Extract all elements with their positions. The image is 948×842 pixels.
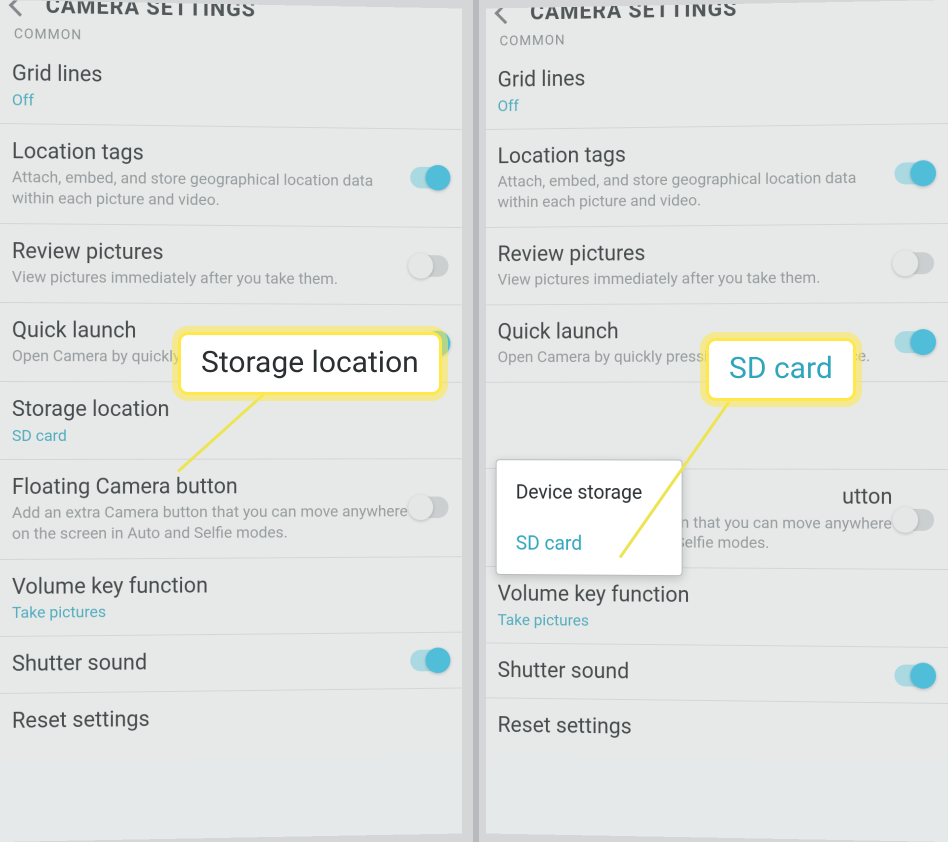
row-grid-lines[interactable]: Grid lines Off (0, 46, 462, 130)
row-subtitle: Attach, embed, and store geographical lo… (498, 168, 893, 213)
row-title: Reset settings (498, 712, 893, 745)
callout-storage-location: Storage location (178, 332, 442, 395)
row-subtitle: Attach, embed, and store geographical lo… (12, 167, 408, 212)
row-floating-camera[interactable]: Floating Camera button Add an extra Came… (0, 459, 462, 560)
row-title: Review pictures (12, 238, 408, 268)
row-title: Volume key function (12, 571, 408, 601)
row-title: Location tags (12, 138, 408, 170)
panel-divider (473, 0, 479, 842)
toggle-location[interactable] (894, 162, 934, 184)
row-review-pictures[interactable]: Review pictures View pictures immediatel… (0, 224, 462, 306)
storage-popup: Device storage SD card (496, 459, 683, 576)
row-location-tags[interactable]: Location tags Attach, embed, and store g… (0, 124, 462, 228)
back-icon[interactable] (9, 0, 31, 17)
back-icon[interactable] (494, 2, 516, 24)
page-title: CAMERA SETTINGS (530, 0, 737, 25)
row-title: Location tags (498, 138, 893, 170)
toggle-floating[interactable] (410, 497, 448, 519)
row-reset-settings[interactable]: Reset settings (0, 688, 462, 749)
row-grid-lines[interactable]: Grid lines Off (486, 46, 948, 130)
row-volume-key[interactable]: Volume key function Take pictures (0, 557, 462, 637)
row-title: Volume key function (498, 581, 893, 611)
row-title: Storage location (12, 396, 408, 423)
row-value: Off (498, 90, 893, 114)
row-subtitle: View pictures immediately after you take… (498, 267, 893, 290)
row-title: Review pictures (498, 238, 893, 268)
row-value: Take pictures (498, 610, 893, 632)
row-location-tags[interactable]: Location tags Attach, embed, and store g… (486, 124, 948, 228)
row-reset-settings[interactable]: Reset settings (486, 699, 948, 760)
row-review-pictures[interactable]: Review pictures View pictures immediatel… (486, 224, 948, 306)
row-title: Reset settings (12, 703, 408, 735)
row-title: Shutter sound (498, 657, 893, 689)
row-title: Shutter sound (12, 647, 408, 678)
toggle-location[interactable] (410, 167, 448, 189)
row-title: Floating Camera button (12, 473, 408, 501)
row-value: Off (12, 90, 408, 114)
row-volume-key[interactable]: Volume key function Take pictures (486, 567, 948, 648)
toggle-review[interactable] (410, 255, 448, 277)
popup-option-sdcard[interactable]: SD card (497, 517, 682, 569)
toggle-shutter[interactable] (894, 664, 934, 686)
row-title: Grid lines (12, 60, 408, 93)
row-shutter-sound[interactable]: Shutter sound (486, 643, 948, 704)
toggle-floating[interactable] (894, 509, 934, 531)
toggle-shutter[interactable] (410, 649, 448, 671)
row-subtitle: View pictures immediately after you take… (12, 267, 408, 290)
callout-sd-card: SD card (706, 338, 856, 401)
row-shutter-sound[interactable]: Shutter sound (0, 633, 462, 694)
toggle-quick[interactable] (894, 331, 934, 353)
row-title: Grid lines (498, 61, 893, 94)
row-value: Take pictures (12, 600, 408, 622)
row-title: utton (661, 483, 892, 511)
page-title: CAMERA SETTINGS (46, 0, 256, 22)
toggle-review[interactable] (894, 252, 934, 274)
row-subtitle: Add an extra Camera button that you can … (12, 502, 408, 545)
